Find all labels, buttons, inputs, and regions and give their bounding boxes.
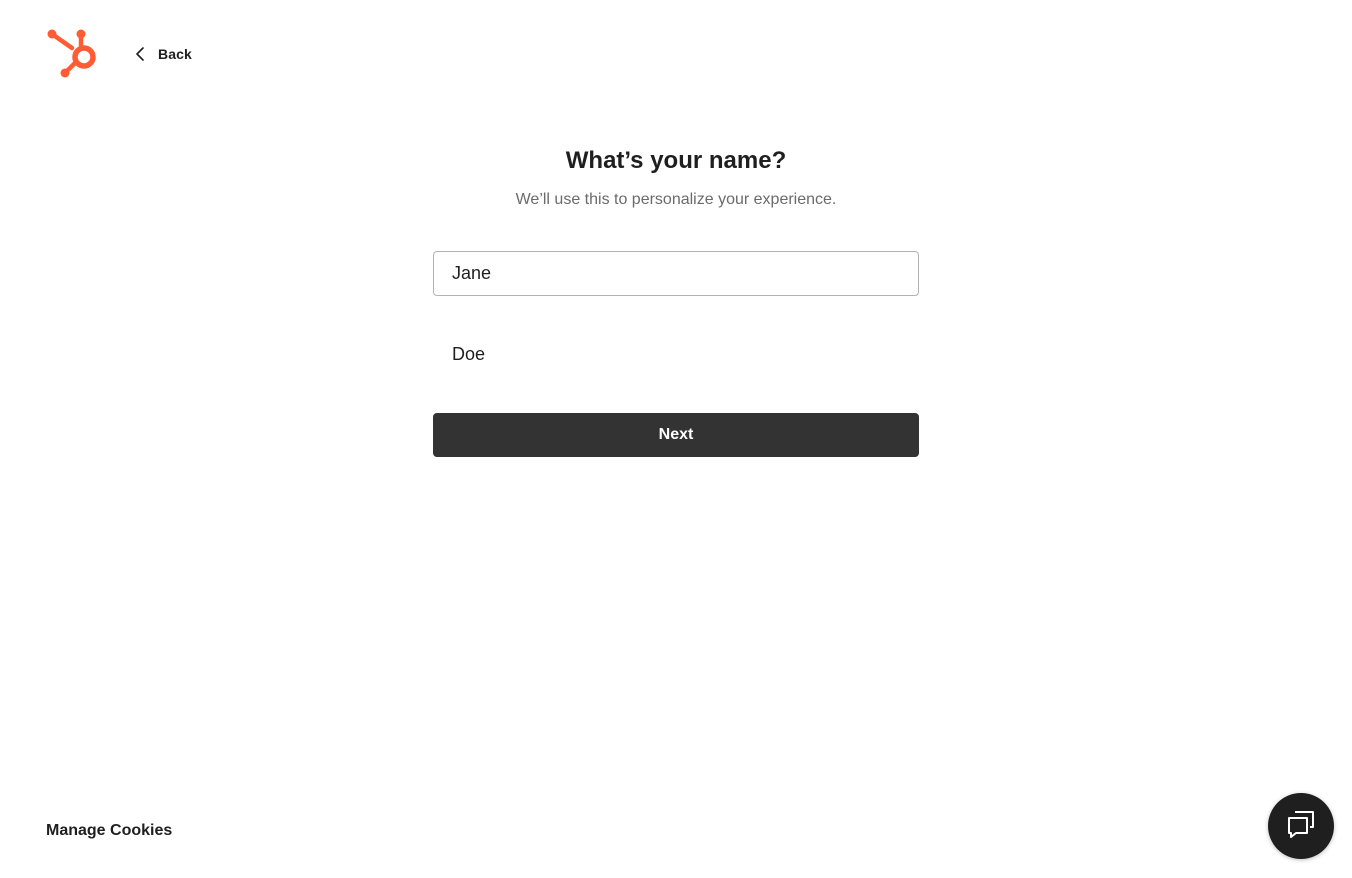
page-title: What’s your name? bbox=[565, 147, 787, 174]
name-form: What’s your name? We’ll use this to pers… bbox=[433, 140, 919, 457]
manage-cookies-link[interactable]: Manage Cookies bbox=[46, 822, 172, 840]
chat-bubbles-icon bbox=[1284, 807, 1318, 846]
page-subtitle: We’ll use this to personalize your exper… bbox=[515, 191, 837, 208]
hubspot-logo-icon[interactable] bbox=[46, 28, 98, 80]
last-name-input[interactable] bbox=[433, 332, 919, 377]
signup-page: Back What’s your name? We’ll use this to… bbox=[0, 0, 1352, 878]
back-label: Back bbox=[158, 46, 192, 62]
chevron-left-icon bbox=[134, 46, 146, 62]
first-name-input[interactable] bbox=[433, 251, 919, 296]
back-button[interactable]: Back bbox=[134, 42, 192, 66]
next-button[interactable]: Next bbox=[433, 413, 919, 457]
chat-launcher-button[interactable] bbox=[1268, 793, 1334, 859]
